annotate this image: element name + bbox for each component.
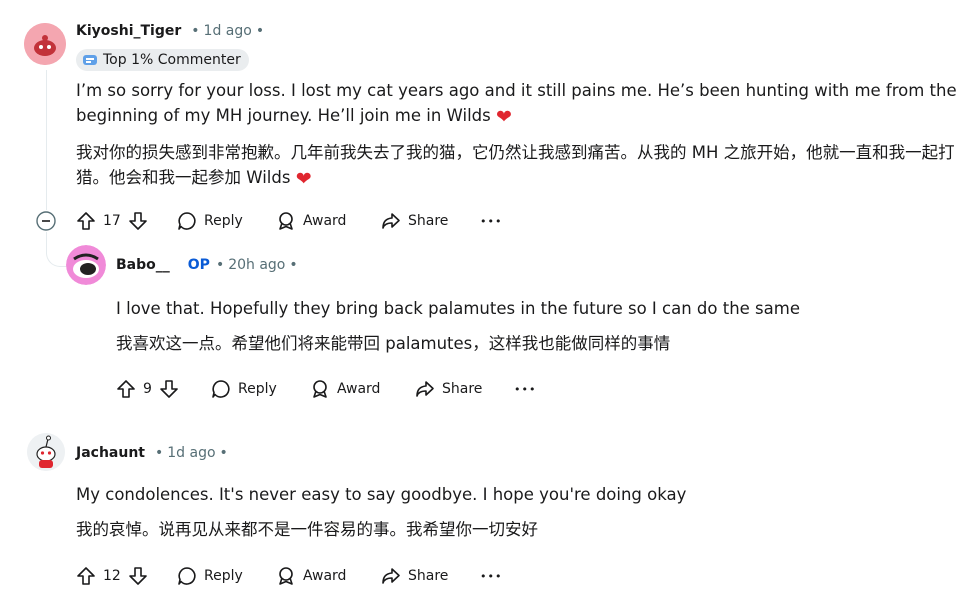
comment-text-en: My condolences. It's never easy to say g… <box>76 485 687 504</box>
upvote-icon[interactable] <box>116 379 136 399</box>
comment-text-zh: 我的哀悼。说再见从来都不是一件容易的事。我希望你一切安好 <box>76 520 538 539</box>
more-options-button[interactable]: ••• <box>480 565 502 587</box>
badge-icon <box>83 55 97 65</box>
share-label: Share <box>442 381 483 397</box>
snoo-avatar-icon <box>66 245 106 285</box>
vote-group: 9 <box>116 378 179 400</box>
reply-button[interactable]: Reply <box>177 565 243 587</box>
username[interactable]: Kiyoshi_Tiger <box>76 23 181 39</box>
comment-header: Kiyoshi_Tiger • 1d ago • <box>76 23 264 39</box>
timestamp[interactable]: 1d ago <box>167 445 215 461</box>
heart-emoji: ❤ <box>496 106 512 128</box>
vote-count: 9 <box>143 381 152 397</box>
timestamp[interactable]: 1d ago <box>204 23 252 39</box>
award-icon <box>313 380 327 398</box>
share-button[interactable]: Share <box>415 378 482 400</box>
reply-button[interactable]: Reply <box>177 210 243 232</box>
share-button[interactable]: Share <box>381 565 448 587</box>
more-options-button[interactable]: ••• <box>480 210 502 232</box>
award-icon <box>279 212 293 230</box>
timestamp[interactable]: 20h ago <box>228 257 285 273</box>
award-button[interactable]: Award <box>310 378 380 400</box>
commenter-badge: Top 1% Commenter <box>76 49 249 71</box>
avatar[interactable] <box>24 23 66 65</box>
comment-icon <box>178 212 196 230</box>
vote-count: 17 <box>103 213 121 229</box>
upvote-icon[interactable] <box>76 211 96 231</box>
vote-group: 12 <box>76 565 148 587</box>
award-label: Award <box>337 381 381 397</box>
share-label: Share <box>408 568 449 584</box>
reply-label: Reply <box>204 213 243 229</box>
award-label: Award <box>303 568 347 584</box>
comment-header: Jachaunt • 1d ago • <box>76 445 228 461</box>
comment-header: Babo__ OP • 20h ago • <box>116 257 298 273</box>
reply-label: Reply <box>204 568 243 584</box>
reply-connector <box>46 232 67 267</box>
award-button[interactable]: Award <box>276 565 346 587</box>
separator: • <box>155 445 164 461</box>
comment-body: I love that. Hopefully they bring back p… <box>116 296 960 356</box>
avatar[interactable] <box>27 433 65 471</box>
comment-body: I’m so sorry for your loss. I lost my ca… <box>76 78 960 192</box>
more-icon: ••• <box>480 569 503 583</box>
comment-text-zh: 我对你的损失感到非常抱歉。几年前我失去了我的猫，它仍然让我感到痛苦。从我的 MH… <box>76 143 955 190</box>
award-button[interactable]: Award <box>276 210 346 232</box>
comment-body: My condolences. It's never easy to say g… <box>76 482 960 542</box>
comment-text-en: I’m so sorry for your loss. I lost my ca… <box>76 81 957 128</box>
separator: • <box>215 257 225 273</box>
username[interactable]: Jachaunt <box>76 445 145 461</box>
heart-emoji: ❤ <box>295 168 312 190</box>
separator: • <box>289 257 298 273</box>
award-label: Award <box>303 213 347 229</box>
avatar[interactable] <box>66 245 106 285</box>
award-icon <box>279 567 293 585</box>
more-icon: ••• <box>514 382 537 396</box>
share-icon <box>416 381 434 397</box>
separator: • <box>191 23 200 39</box>
thread-line <box>46 70 47 210</box>
reply-label: Reply <box>238 381 277 397</box>
more-options-button[interactable]: ••• <box>514 378 536 400</box>
share-icon <box>382 213 400 229</box>
snoo-avatar-icon <box>24 23 66 65</box>
username[interactable]: Babo__ <box>116 257 170 273</box>
collapse-button[interactable] <box>36 211 56 231</box>
comment-icon <box>212 380 230 398</box>
separator: • <box>255 23 265 39</box>
badge-label: Top 1% Commenter <box>103 52 241 68</box>
collapse-icon <box>36 211 56 231</box>
downvote-icon[interactable] <box>159 379 179 399</box>
comment-text-zh: 我喜欢这一点。希望他们将来能带回 palamutes，这样我也能做同样的事情 <box>116 334 671 353</box>
vote-count: 12 <box>103 568 121 584</box>
comment-text-en: I love that. Hopefully they bring back p… <box>116 299 800 318</box>
snoo-avatar-icon <box>27 433 65 471</box>
reply-button[interactable]: Reply <box>211 378 277 400</box>
downvote-icon[interactable] <box>128 211 148 231</box>
op-badge: OP <box>187 257 210 273</box>
share-icon <box>382 568 400 584</box>
share-label: Share <box>408 213 449 229</box>
comment-icon <box>178 567 196 585</box>
separator: • <box>219 445 228 461</box>
upvote-icon[interactable] <box>76 566 96 586</box>
vote-group: 17 <box>76 210 148 232</box>
more-icon: ••• <box>480 214 503 228</box>
share-button[interactable]: Share <box>381 210 448 232</box>
downvote-icon[interactable] <box>128 566 148 586</box>
